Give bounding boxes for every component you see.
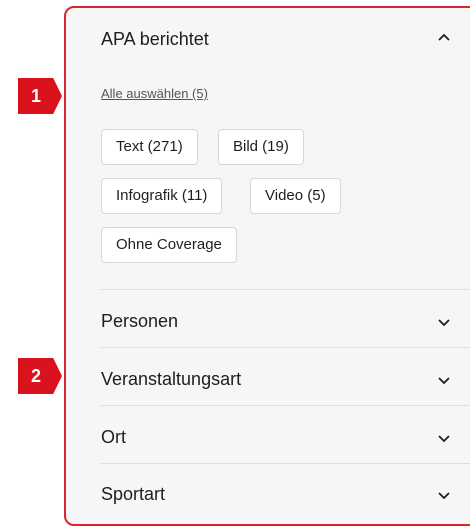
- select-all-link[interactable]: Alle auswählen (5): [101, 86, 208, 101]
- section-title-ort[interactable]: Ort: [101, 427, 126, 448]
- section-title-apa-berichtet[interactable]: APA berichtet: [101, 29, 209, 50]
- section-title-personen[interactable]: Personen: [101, 311, 178, 332]
- callout-marker-number: 2: [30, 366, 41, 386]
- divider: [101, 463, 470, 464]
- divider: [101, 347, 470, 348]
- callout-marker-1: 1: [18, 78, 62, 114]
- chip-video[interactable]: Video (5): [250, 178, 341, 214]
- chip-infografik[interactable]: Infografik (11): [101, 178, 223, 214]
- section-title-veranstaltungsart[interactable]: Veranstaltungsart: [101, 369, 241, 390]
- divider: [101, 405, 470, 406]
- divider: [101, 289, 470, 290]
- chevron-down-icon[interactable]: [437, 434, 451, 444]
- chip-bild[interactable]: Bild (19): [218, 129, 304, 165]
- chevron-down-icon[interactable]: [437, 376, 451, 386]
- chevron-up-icon[interactable]: [437, 32, 451, 42]
- callout-marker-2: 2: [18, 358, 62, 394]
- chevron-down-icon[interactable]: [437, 318, 451, 328]
- filter-panel: APA berichtet Alle auswählen (5) Text (2…: [64, 6, 470, 526]
- section-title-sportart[interactable]: Sportart: [101, 484, 165, 505]
- chevron-down-icon[interactable]: [437, 491, 451, 501]
- chip-ohne-coverage[interactable]: Ohne Coverage: [101, 227, 237, 263]
- chip-text[interactable]: Text (271): [101, 129, 198, 165]
- callout-marker-number: 1: [30, 86, 41, 106]
